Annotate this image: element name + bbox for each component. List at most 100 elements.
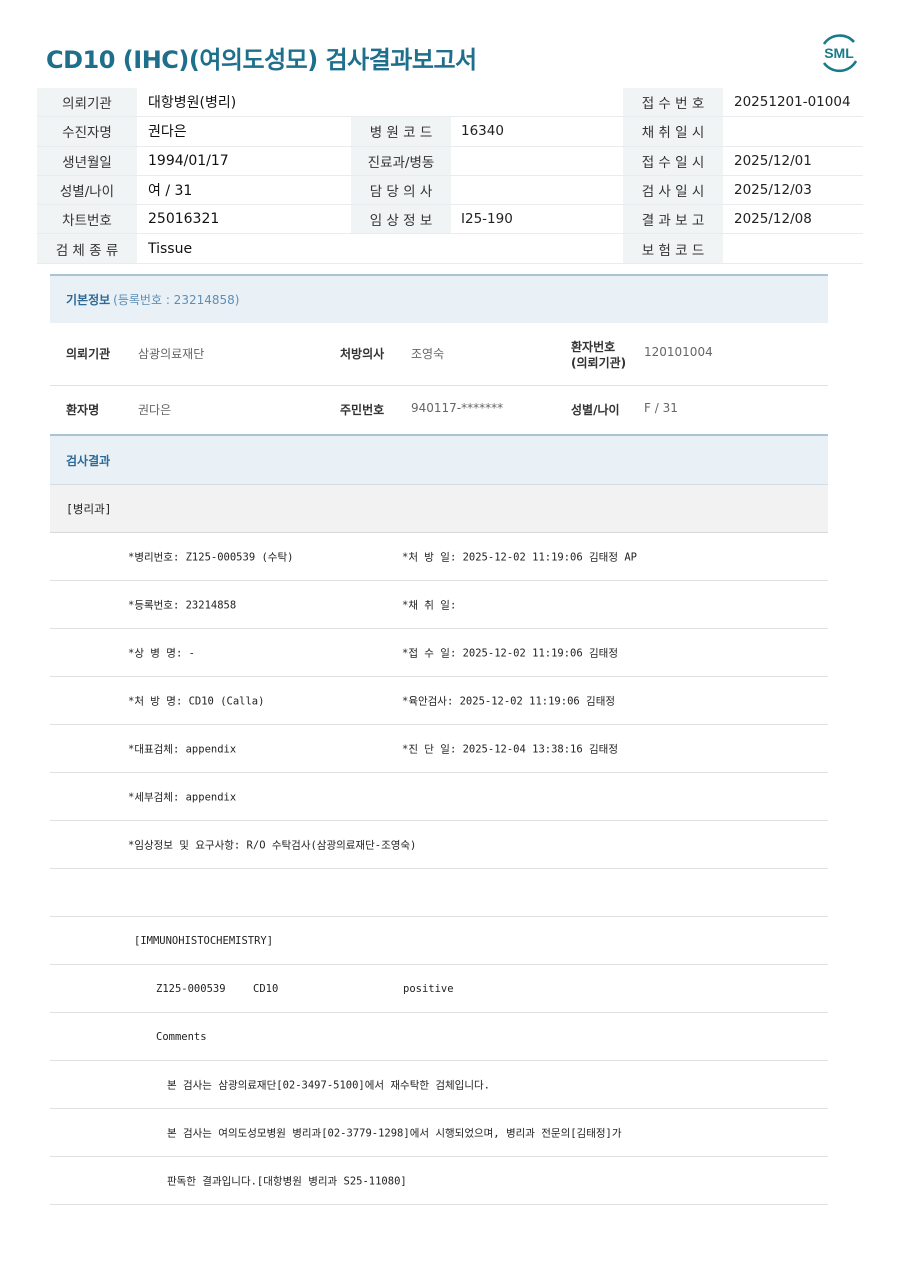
basic-info-section: 기본정보 (등록번호 : 23214858) 의뢰기관 삼광의료재단 처방의사 … <box>50 274 828 435</box>
header-label: 수진자명 <box>37 116 137 147</box>
header-row: 의뢰기관 대항병원(병리) 접 수 번 호 20251201-01004 <box>37 88 863 118</box>
header-value: Tissue <box>137 233 351 264</box>
basic-info-title: 기본정보 (등록번호 : 23214858) <box>50 274 828 323</box>
pathology-number: *병리번호: Z125-000539 (수탁) <box>128 551 294 563</box>
patient-header-table: 의뢰기관 대항병원(병리) 접 수 번 호 20251201-01004 수진자명 권다은… <box>37 88 863 264</box>
header-label: 생년월일 <box>37 146 137 176</box>
header-label: 담 당 의 사 <box>351 175 451 206</box>
header-label: 검 체 종 류 <box>37 233 137 264</box>
patient-name-label: 환자명 <box>66 403 100 417</box>
clinical-info: *임상정보 및 요구사항: R/O 수탁검사(삼광의료재단-조영숙) <box>128 839 417 851</box>
ihc-result: positive <box>403 982 454 995</box>
header-row: 차트번호 25016321 임 상 정 보 I25-190 결 과 보 고 2025/12… <box>37 204 863 235</box>
comment-row: 본 검사는 삼광의료재단[02-3497-5100]에서 재수탁한 검체입니다. <box>50 1061 828 1109</box>
requesting-org-label: 의뢰기관 <box>66 347 111 361</box>
header-value <box>451 88 623 118</box>
header-label: 결 과 보 고 <box>623 204 723 235</box>
gross-exam-date: *육안검사: 2025-12-02 11:19:06 김태정 <box>402 695 616 707</box>
header-value: 2025/12/08 <box>723 204 863 235</box>
diagnosis-date: *진 단 일: 2025-12-04 13:38:16 김태정 <box>402 743 618 755</box>
header-value: 16340 <box>451 116 623 147</box>
header-label: 채 취 일 시 <box>623 116 723 147</box>
logo-text: SML <box>824 45 854 61</box>
header-label: 접 수 번 호 <box>623 88 723 118</box>
registration-number: (등록번호 : 23214858) <box>113 293 240 307</box>
prescription-date: *처 방 일: 2025-12-02 11:19:06 김태정 AP <box>402 551 637 563</box>
result-title: 검사결과 <box>50 434 828 485</box>
prescriber-label: 처방의사 <box>340 347 385 361</box>
comments-label: Comments <box>156 1030 207 1043</box>
header-value: 권다은 <box>137 116 351 147</box>
result-row: *상 병 명: - *접 수 일: 2025-12-02 11:19:06 김태… <box>50 629 828 677</box>
result-row: *대표검체: appendix *진 단 일: 2025-12-04 13:38… <box>50 725 828 773</box>
patient-number-sublabel: (의뢰기관) <box>571 356 627 370</box>
header-label: 임 상 정 보 <box>351 204 451 235</box>
header-row: 성별/나이 여 / 31 담 당 의 사 검 사 일 시 2025/12/03 <box>37 175 863 206</box>
header-value: I25-190 <box>451 204 623 235</box>
requesting-org-value: 삼광의료재단 <box>138 347 205 361</box>
header-value: 20251201-01004 <box>723 88 863 118</box>
main-specimen: *대표검체: appendix <box>128 743 237 755</box>
collection-date: *채 취 일: <box>402 599 457 611</box>
receipt-date: *접 수 일: 2025-12-02 11:19:06 김태정 <box>402 647 618 659</box>
sml-logo: SML <box>816 30 862 76</box>
result-row: Comments <box>50 1013 828 1061</box>
result-row: [IMMUNOHISTOCHEMISTRY] <box>50 917 828 965</box>
registration-no: *등록번호: 23214858 <box>128 599 237 611</box>
detail-specimen: *세부검체: appendix <box>128 791 237 803</box>
header-value: 1994/01/17 <box>137 146 351 176</box>
header-label <box>351 88 451 118</box>
patient-number-label: 환자번호 <box>571 340 616 354</box>
basic-info-row: 환자명 권다은 주민번호 940117-******* 성별/나이 F / 31 <box>50 386 828 435</box>
header-value <box>451 146 623 176</box>
comment-line-2: 본 검사는 여의도성모병원 병리과[02-3779-1298]에서 시행되었으며… <box>167 1127 622 1139</box>
ihc-header: [IMMUNOHISTOCHEMISTRY] <box>134 934 274 947</box>
sml-logo-icon: SML <box>822 34 858 73</box>
header-row: 수진자명 권다은 병 원 코 드 16340 채 취 일 시 <box>37 116 863 147</box>
header-value: 2025/12/03 <box>723 175 863 206</box>
blank-row <box>50 869 828 917</box>
comment-line-1: 본 검사는 삼광의료재단[02-3497-5100]에서 재수탁한 검체입니다. <box>167 1079 490 1091</box>
header-value: 2025/12/01 <box>723 146 863 176</box>
header-label: 보 험 코 드 <box>623 233 723 264</box>
result-row: *처 방 명: CD10 (Calla) *육안검사: 2025-12-02 1… <box>50 677 828 725</box>
result-row: *임상정보 및 요구사항: R/O 수탁검사(삼광의료재단-조영숙) <box>50 821 828 869</box>
patient-number-value: 120101004 <box>644 345 713 359</box>
header-row: 검 체 종 류 Tissue 보 험 코 드 <box>37 233 863 264</box>
header-value: 대항병원(병리) <box>137 88 351 118</box>
patient-name-value: 권다은 <box>138 403 172 417</box>
header-label: 검 사 일 시 <box>623 175 723 206</box>
ihc-result-row: Z125-000539 CD10 positive <box>50 965 828 1013</box>
comment-row: 본 검사는 여의도성모병원 병리과[02-3779-1298]에서 시행되었으며… <box>50 1109 828 1157</box>
header-value: 여 / 31 <box>137 175 351 206</box>
ihc-marker: CD10 <box>253 982 279 995</box>
ihc-case-number: Z125-000539 <box>156 982 226 995</box>
header-label: 의뢰기관 <box>37 88 137 118</box>
result-row: *병리번호: Z125-000539 (수탁) *처 방 일: 2025-12-… <box>50 533 828 581</box>
department-label: [병리과] <box>50 485 828 533</box>
header-value <box>723 116 863 147</box>
comment-line-3: 판독한 결과입니다.[대항병원 병리과 S25-11080] <box>167 1175 407 1187</box>
header-value: 25016321 <box>137 204 351 235</box>
basic-info-heading: 기본정보 <box>66 293 111 307</box>
comment-row: 판독한 결과입니다.[대항병원 병리과 S25-11080] <box>50 1157 828 1205</box>
resident-number-label: 주민번호 <box>340 403 385 417</box>
prescriber-value: 조영숙 <box>411 347 445 361</box>
header-row: 생년월일 1994/01/17 진료과/병동 접 수 일 시 2025/12/01 <box>37 146 863 176</box>
header-value <box>451 175 623 206</box>
result-row: *등록번호: 23214858 *채 취 일: <box>50 581 828 629</box>
header-label <box>351 233 451 264</box>
sex-age-label: 성별/나이 <box>571 403 620 417</box>
report-title: CD10 (IHC)(여의도성모) 검사결과보고서 <box>46 46 477 74</box>
prescription-name: *처 방 명: CD10 (Calla) <box>128 695 265 707</box>
header-label: 병 원 코 드 <box>351 116 451 147</box>
resident-number-value: 940117-******* <box>411 401 504 415</box>
header-label: 진료과/병동 <box>351 146 451 176</box>
header-label: 성별/나이 <box>37 175 137 206</box>
result-row: *세부검체: appendix <box>50 773 828 821</box>
header-label: 접 수 일 시 <box>623 146 723 176</box>
sex-age-value: F / 31 <box>644 401 678 415</box>
basic-info-row: 의뢰기관 삼광의료재단 처방의사 조영숙 환자번호 (의뢰기관) 1201010… <box>50 323 828 386</box>
diagnosis-name: *상 병 명: - <box>128 647 195 659</box>
header-value <box>451 233 623 264</box>
